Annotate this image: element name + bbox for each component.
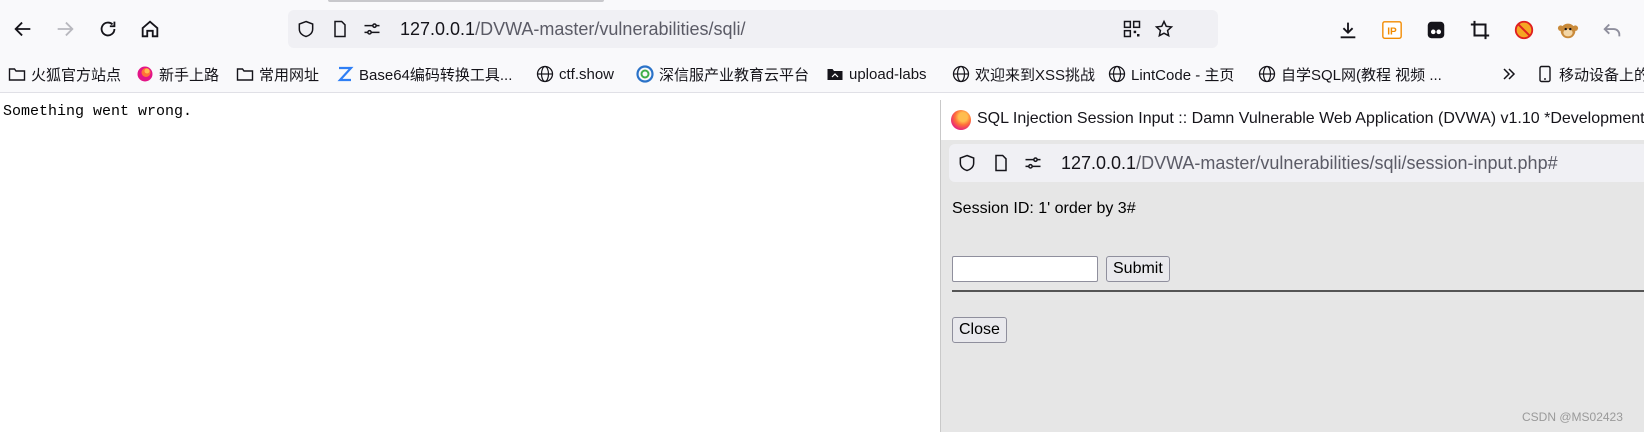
bookmark-item[interactable]: 新手上路	[136, 64, 219, 84]
monkey-icon	[1557, 23, 1579, 39]
bookmark-item[interactable]: 常用网址	[236, 64, 319, 84]
download-button[interactable]	[1336, 18, 1360, 42]
bookmark-star-icon[interactable]	[1154, 19, 1174, 39]
extension-button[interactable]	[1424, 18, 1448, 42]
firefox-icon	[136, 65, 154, 83]
bookmark-label: Base64编码转换工具...	[359, 66, 513, 84]
address-bar[interactable]: 127.0.0.1/DVWA-master/vulnerabilities/sq…	[288, 10, 1218, 48]
popup-title: SQL Injection Session Input :: Damn Vuln…	[977, 110, 1644, 127]
firefox-icon	[951, 110, 971, 130]
bookmark-item[interactable]: 火狐官方站点	[8, 64, 121, 84]
blocked-icon	[1514, 20, 1534, 40]
bookmark-item[interactable]: 欢迎来到XSS挑战	[952, 64, 1095, 84]
permissions-icon[interactable]	[362, 19, 382, 39]
session-id-label: Session ID: 1' order by 3#	[952, 200, 1136, 217]
home-button[interactable]	[137, 16, 163, 42]
z-icon	[336, 65, 354, 83]
bookmark-label: LintCode - 主页	[1131, 66, 1235, 84]
sangfor-icon	[636, 65, 654, 83]
tampermonkey-button[interactable]	[1556, 18, 1580, 42]
mobile-bookmarks-item[interactable]: 移动设备上的	[1536, 64, 1644, 84]
active-tab-edge	[328, 0, 604, 2]
folder-icon	[8, 65, 26, 83]
shield-icon[interactable]	[296, 19, 316, 39]
bookmark-item[interactable]: Base64编码转换工具...	[336, 64, 512, 84]
chevron-double-right-icon	[1503, 68, 1516, 80]
bookmark-label: 移动设备上的	[1559, 66, 1644, 84]
mobile-device-icon	[1536, 65, 1554, 83]
popup-titlebar[interactable]: SQL Injection Session Input :: Damn Vuln…	[941, 100, 1644, 140]
svg-text:IP: IP	[1387, 27, 1397, 38]
bookmark-label: 火狐官方站点	[31, 66, 122, 84]
popup-url-text[interactable]: 127.0.0.1/DVWA-master/vulnerabilities/sq…	[1061, 153, 1558, 174]
error-message: Something went wrong.	[3, 103, 193, 120]
globe-icon	[1258, 65, 1276, 83]
watermark: CSDN @MS02423	[1522, 410, 1623, 424]
back-button[interactable]	[10, 16, 36, 42]
globe-icon	[952, 65, 970, 83]
ip-extension-button[interactable]: IP	[1380, 18, 1404, 42]
bookmark-label: 欢迎来到XSS挑战	[975, 66, 1096, 84]
globe-icon	[1108, 65, 1126, 83]
undo-button[interactable]	[1600, 18, 1624, 42]
bookmark-item[interactable]: LintCode - 主页	[1108, 64, 1234, 84]
reload-icon	[100, 21, 116, 37]
bookmark-item[interactable]: 自学SQL网(教程 视频 ...	[1258, 64, 1442, 84]
qr-code-icon[interactable]	[1122, 19, 1142, 39]
reload-button[interactable]	[95, 16, 121, 42]
bookmark-item[interactable]: 深信服产业教育云平台	[636, 64, 809, 84]
crop-button[interactable]	[1468, 18, 1492, 42]
bookmark-label: 常用网址	[259, 66, 320, 84]
permissions-icon[interactable]	[1023, 153, 1043, 173]
browser-toolbar: 127.0.0.1/DVWA-master/vulnerabilities/sq…	[0, 0, 1644, 56]
home-icon	[141, 20, 159, 38]
undo-icon	[1603, 23, 1621, 37]
bookmark-label: ctf.show	[559, 65, 615, 83]
url-text[interactable]: 127.0.0.1/DVWA-master/vulnerabilities/sq…	[400, 19, 745, 40]
url-host: 127.0.0.1	[400, 19, 476, 39]
submit-button[interactable]: Submit	[1106, 256, 1170, 282]
bookmarks-toolbar: 火狐官方站点 新手上路 常用网址 Base64编码转换工具... ctf.sho…	[0, 56, 1644, 93]
download-icon	[1340, 22, 1356, 39]
page-icon	[334, 20, 346, 38]
ip-icon: IP	[1382, 21, 1402, 39]
close-button[interactable]: Close	[952, 317, 1007, 343]
blocker-button[interactable]	[1512, 18, 1536, 42]
session-id-input[interactable]	[952, 256, 1098, 282]
back-arrow-icon	[14, 21, 31, 37]
bookmark-label: 新手上路	[159, 66, 220, 84]
globe-icon	[536, 65, 554, 83]
popup-address-bar[interactable]: 127.0.0.1/DVWA-master/vulnerabilities/sq…	[949, 144, 1644, 182]
bookmark-label: 自学SQL网(教程 视频 ...	[1281, 66, 1442, 84]
url-path: /DVWA-master/vulnerabilities/sqli/sessio…	[1136, 153, 1558, 173]
folder-icon	[236, 65, 254, 83]
page-icon	[995, 154, 1007, 172]
bookmark-label: 深信服产业教育云平台	[659, 66, 810, 84]
crop-icon	[1470, 20, 1490, 40]
forward-button[interactable]	[52, 16, 78, 42]
more-bookmarks-button[interactable]	[1500, 64, 1518, 84]
bookmark-item[interactable]: upload-labs	[826, 64, 927, 84]
bookmark-label: upload-labs	[849, 65, 927, 83]
shield-icon[interactable]	[957, 153, 977, 173]
forward-arrow-icon	[57, 21, 74, 37]
url-host: 127.0.0.1	[1061, 153, 1137, 173]
popup-window: SQL Injection Session Input :: Damn Vuln…	[940, 100, 1644, 432]
folder-dark-icon	[826, 65, 844, 83]
divider	[952, 290, 1644, 292]
extension-icon	[1427, 21, 1445, 39]
bookmark-item[interactable]: ctf.show	[536, 64, 614, 84]
url-path: /DVWA-master/vulnerabilities/sqli/	[475, 19, 746, 39]
